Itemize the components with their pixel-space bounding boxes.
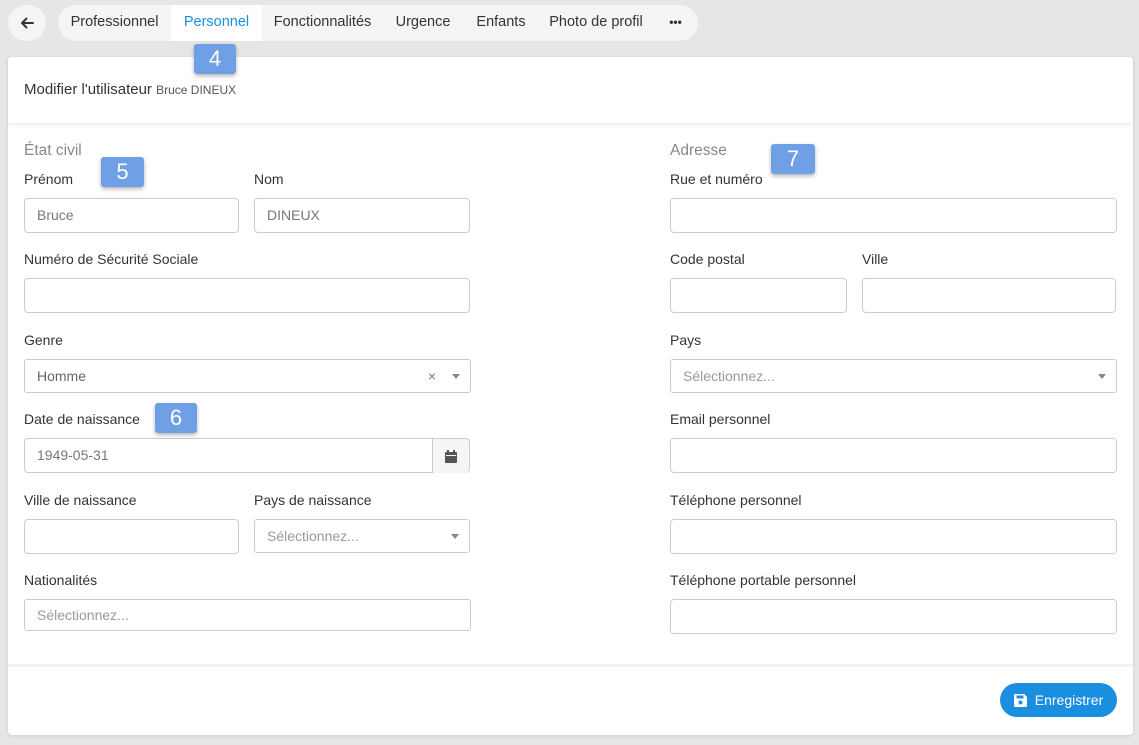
tab-photo-de-profil[interactable]: Photo de profil (539, 5, 653, 41)
prenom-label: Prénom (24, 171, 74, 187)
genre-label: Genre (24, 332, 63, 348)
tab-personnel[interactable]: Personnel (171, 5, 262, 41)
calendar-icon (445, 449, 457, 463)
annotation-badge-4: 4 (194, 44, 236, 74)
code-postal-input[interactable] (670, 278, 847, 313)
genre-select[interactable]: Homme × (24, 359, 471, 393)
ville-input[interactable] (862, 278, 1116, 313)
pays-select[interactable]: Sélectionnez... (670, 359, 1117, 393)
telephone-label: Téléphone personnel (670, 492, 802, 508)
rue-input[interactable] (670, 198, 1117, 233)
nom-label: Nom (254, 171, 284, 187)
ville-naissance-input[interactable] (24, 519, 239, 554)
user-name-subtitle: Bruce DINEUX (156, 83, 237, 97)
card-header: Modifier l'utilisateur Bruce DINEUX (8, 57, 1133, 124)
date-naissance-label: Date de naissance (24, 411, 140, 427)
page-title: Modifier l'utilisateur Bruce DINEUX (24, 81, 236, 98)
save-label: Enregistrer (1034, 692, 1104, 708)
date-naissance-input[interactable]: 1949-05-31 (24, 438, 470, 473)
clear-icon[interactable]: × (428, 360, 436, 392)
floppy-disk-icon (1013, 693, 1027, 707)
footer-divider (8, 664, 1133, 667)
section-title-etat-civil: État civil (24, 142, 82, 159)
telephone-input[interactable] (670, 519, 1117, 554)
pays-placeholder: Sélectionnez... (683, 368, 775, 384)
tab-professionnel[interactable]: Professionnel (58, 5, 171, 41)
edit-user-card: Modifier l'utilisateur Bruce DINEUX État… (8, 57, 1133, 735)
email-label: Email personnel (670, 411, 771, 427)
pays-naissance-label: Pays de naissance (254, 492, 372, 508)
tab-enfants[interactable]: Enfants (463, 5, 539, 41)
page-title-text: Modifier l'utilisateur (24, 81, 152, 98)
mobile-input[interactable] (670, 599, 1117, 634)
pays-naissance-select[interactable]: Sélectionnez... (254, 519, 470, 553)
rue-label: Rue et numéro (670, 171, 763, 187)
tab-urgence[interactable]: Urgence (383, 5, 463, 41)
more-tabs-button[interactable]: ••• (653, 5, 698, 41)
ville-naissance-label: Ville de naissance (24, 492, 137, 508)
mobile-label: Téléphone portable personnel (670, 572, 857, 588)
annotation-badge-7: 7 (771, 144, 815, 174)
chevron-down-icon (451, 534, 459, 539)
section-title-adresse: Adresse (670, 142, 727, 159)
tab-bar: Professionnel Personnel Fonctionnalités … (58, 5, 698, 41)
ville-label: Ville (862, 251, 889, 267)
date-naissance-value: 1949-05-31 (37, 447, 109, 463)
email-input[interactable] (670, 438, 1117, 473)
save-button[interactable]: Enregistrer (1000, 683, 1117, 717)
genre-value: Homme (37, 368, 87, 384)
chevron-down-icon (452, 374, 460, 379)
nationalites-label: Nationalités (24, 572, 98, 588)
calendar-button[interactable] (432, 439, 469, 473)
nss-input[interactable] (24, 278, 470, 313)
annotation-badge-6: 6 (155, 403, 197, 433)
prenom-input[interactable]: Bruce (24, 198, 239, 233)
back-button[interactable] (8, 5, 46, 41)
nationalites-select[interactable]: Sélectionnez... (24, 599, 471, 631)
pays-label: Pays (670, 332, 702, 348)
tab-fonctionnalites[interactable]: Fonctionnalités (262, 5, 383, 41)
nom-input[interactable]: DINEUX (254, 198, 470, 233)
code-postal-label: Code postal (670, 251, 745, 267)
pays-naissance-placeholder: Sélectionnez... (267, 528, 359, 544)
nationalites-placeholder: Sélectionnez... (37, 607, 129, 623)
nss-label: Numéro de Sécurité Sociale (24, 251, 199, 267)
annotation-badge-5: 5 (101, 157, 144, 187)
arrow-left-icon (21, 17, 34, 29)
chevron-down-icon (1098, 374, 1106, 379)
